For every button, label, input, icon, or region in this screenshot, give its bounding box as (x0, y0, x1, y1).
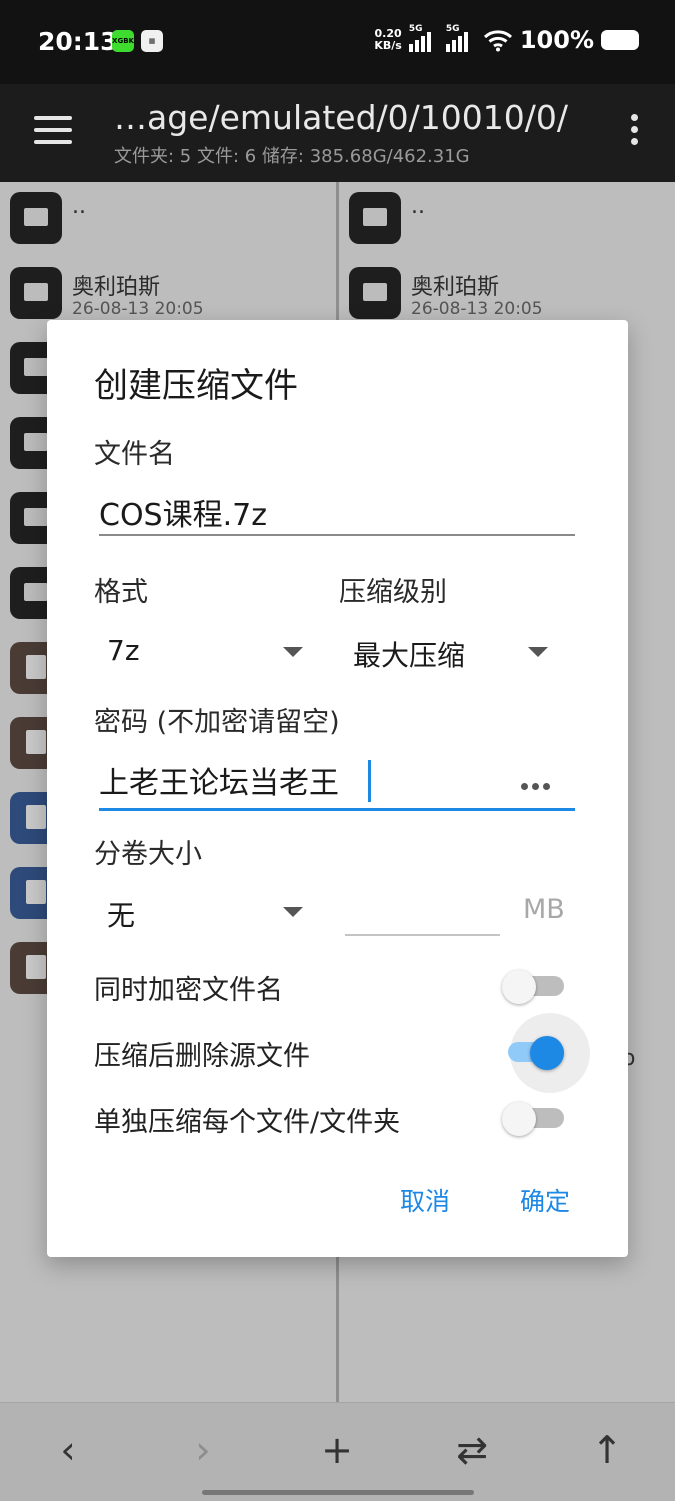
battery-percent: 100% (519, 26, 594, 54)
show-password-icon[interactable] (521, 775, 555, 794)
folder-icon (349, 267, 401, 319)
text-cursor (368, 760, 371, 802)
volume-unit-label: MB (523, 894, 565, 925)
status-indicators: 0.20 KB/s 5G 5G 100% (374, 24, 639, 54)
bottom-toolbar: ‹ › + ⇄ ↑ (0, 1402, 675, 1501)
volume-size-value: 无 (107, 899, 136, 932)
volume-size-input[interactable] (345, 934, 500, 936)
filename-underline (99, 534, 575, 536)
signal-sim2-icon: 5G (445, 24, 476, 52)
delete-source-switch[interactable] (502, 1013, 590, 1093)
add-icon[interactable]: + (312, 1425, 362, 1475)
forward-arrow-icon[interactable]: › (178, 1425, 228, 1475)
volume-size-dropdown-arrow-icon (283, 907, 303, 917)
battery-icon (601, 30, 639, 50)
file-list-item[interactable]: 奥利珀斯 26-08-13 20:05 (349, 267, 669, 323)
encrypt-filenames-switch[interactable] (502, 964, 564, 1004)
wifi-icon (483, 30, 512, 52)
network-speed: 0.20 KB/s (374, 28, 401, 52)
compression-level-value: 最大压缩 (353, 639, 466, 672)
current-path[interactable]: …age/emulated/0/10010/0/ (114, 98, 568, 137)
folder-icon (10, 192, 62, 244)
parent-directory-icon[interactable]: ↑ (582, 1425, 632, 1475)
file-list-item[interactable]: .. (10, 192, 330, 248)
file-name: .. (72, 194, 86, 219)
delete-source-label: 压缩后删除源文件 (94, 1041, 310, 1072)
file-name: .. (411, 194, 425, 219)
signal-sim1-icon: 5G (408, 24, 439, 52)
password-underline (99, 808, 575, 811)
file-date: 26-08-13 20:05 (72, 299, 204, 319)
create-archive-dialog: 创建压缩文件 文件名 COS课程.7z 格式 压缩级别 7z 最大压缩 密码 (… (47, 320, 628, 1257)
dialog-title: 创建压缩文件 (94, 366, 298, 406)
gesture-bar[interactable] (202, 1490, 474, 1495)
app-notification-icon: XGBK (112, 30, 134, 52)
sim2-label: 5G (445, 24, 460, 34)
file-name: 奥利珀斯 (411, 275, 500, 300)
back-arrow-icon[interactable]: ‹ (43, 1425, 93, 1475)
app-bar: …age/emulated/0/10010/0/ 文件夹: 5 文件: 6 储存… (0, 84, 675, 182)
sim1-label: 5G (408, 24, 423, 34)
format-dropdown-arrow-icon (283, 647, 303, 657)
app-notification-icon-2: ▦ (141, 30, 163, 52)
storage-summary: 文件夹: 5 文件: 6 储存: 385.68G/462.31G (114, 146, 470, 167)
file-list-item[interactable]: .. (349, 192, 669, 248)
volume-size-label: 分卷大小 (94, 839, 202, 870)
status-bar: 20:13 XGBK ▦ 0.20 KB/s 5G 5G 100% (0, 0, 675, 84)
compress-separately-switch[interactable] (502, 1096, 564, 1136)
format-value: 7z (107, 634, 140, 667)
filename-input[interactable]: COS课程.7z (99, 490, 267, 534)
compress-separately-label: 单独压缩每个文件/文件夹 (94, 1107, 401, 1138)
ok-button[interactable]: 确定 (520, 1182, 570, 1218)
hamburger-menu-icon[interactable] (34, 116, 72, 146)
folder-icon (349, 192, 401, 244)
filename-label: 文件名 (94, 439, 175, 470)
file-name: 奥利珀斯 (72, 275, 161, 300)
format-label: 格式 (94, 577, 148, 608)
more-options-icon[interactable] (631, 114, 639, 150)
cancel-button[interactable]: 取消 (400, 1182, 450, 1218)
folder-icon (10, 267, 62, 319)
password-input[interactable]: 上老王论坛当老王 (99, 758, 339, 802)
encrypt-filenames-label: 同时加密文件名 (94, 975, 283, 1006)
status-time: 20:13 (38, 27, 118, 56)
compression-level-label: 压缩级别 (339, 577, 447, 608)
swap-panes-icon[interactable]: ⇄ (447, 1425, 497, 1475)
password-label: 密码 (不加密请留空) (94, 707, 340, 738)
file-list-item[interactable]: 奥利珀斯 26-08-13 20:05 (10, 267, 330, 323)
network-speed-unit: KB/s (374, 39, 402, 52)
file-date: 26-08-13 20:05 (411, 299, 543, 319)
compression-level-dropdown-arrow-icon (528, 647, 548, 657)
